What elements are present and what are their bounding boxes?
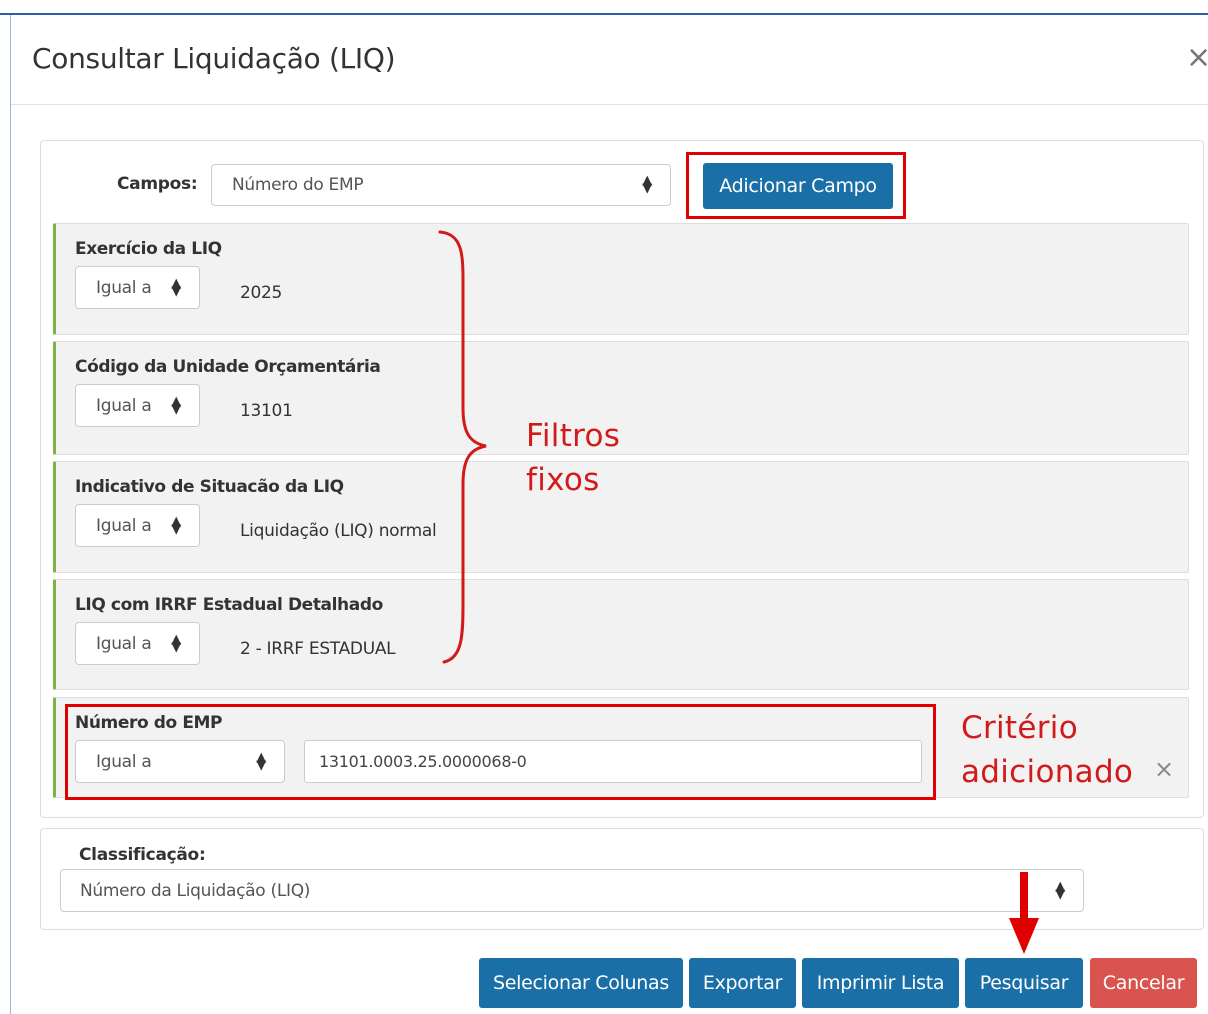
classification-label: Classificação: — [79, 845, 206, 865]
red-arrow-icon — [1009, 872, 1039, 954]
curly-brace-annotation — [438, 230, 487, 664]
classification-select[interactable]: Número da Liquidação (LIQ) ▲ ▼ — [60, 869, 1084, 912]
filter-row: Código da Unidade Orçamentária Igual a ▲… — [53, 341, 1189, 455]
campos-label: Campos: — [117, 174, 198, 194]
operator-select[interactable]: Igual a ▲ ▼ — [75, 622, 200, 665]
filter-label: LIQ com IRRF Estadual Detalhado — [75, 595, 383, 615]
operator-value: Igual a — [96, 515, 152, 536]
export-button[interactable]: Exportar — [689, 958, 796, 1008]
operator-value: Igual a — [96, 633, 152, 654]
operator-value: Igual a — [96, 277, 152, 298]
annotation-added-criterion: Critério adicionado — [961, 706, 1133, 794]
filter-row: LIQ com IRRF Estadual Detalhado Igual a … — [53, 579, 1189, 690]
filter-row: Indicativo de Situacão da LIQ Igual a ▲ ▼… — [53, 461, 1189, 573]
header-divider — [11, 104, 1208, 105]
annotation-line: Filtros — [526, 418, 621, 454]
operator-select[interactable]: Igual a ▲ ▼ — [75, 266, 200, 309]
sort-arrows-icon: ▲ ▼ — [171, 513, 181, 537]
campos-select-value: Número do EMP — [232, 175, 364, 195]
close-icon[interactable]: × — [1186, 40, 1208, 75]
cancel-button[interactable]: Cancelar — [1090, 958, 1197, 1008]
operator-select[interactable]: Igual a ▲ ▼ — [75, 384, 200, 427]
filter-row: Exercício da LIQ Igual a ▲ ▼ 2025 — [53, 223, 1189, 335]
select-columns-button[interactable]: Selecionar Colunas — [479, 958, 683, 1008]
annotation-fixed-filters: Filtros fixos — [526, 414, 620, 502]
sort-arrows-icon: ▲ ▼ — [642, 173, 652, 196]
annotation-line: fixos — [526, 462, 600, 498]
campos-select[interactable]: Número do EMP ▲ ▼ — [211, 164, 671, 206]
search-button[interactable]: Pesquisar — [965, 958, 1083, 1008]
sort-arrows-icon: ▲ ▼ — [1055, 878, 1065, 902]
filter-label: Código da Unidade Orçamentária — [75, 357, 381, 377]
classification-select-value: Número da Liquidação (LIQ) — [80, 880, 311, 901]
print-list-button[interactable]: Imprimir Lista — [802, 958, 959, 1008]
annotation-line: Critério — [961, 710, 1078, 746]
filter-label: Exercício da LIQ — [75, 239, 222, 259]
filter-value: 2 - IRRF ESTADUAL — [240, 639, 396, 659]
highlight-box-added-criterion — [65, 704, 936, 800]
sort-arrows-icon: ▲ ▼ — [171, 393, 181, 417]
filter-value: Liquidação (LIQ) normal — [240, 521, 437, 541]
remove-criterion-icon[interactable]: × — [1154, 755, 1174, 783]
sort-arrows-icon: ▲ ▼ — [171, 631, 181, 655]
operator-value: Igual a — [96, 395, 152, 416]
annotation-line: adicionado — [961, 754, 1134, 790]
dialog-title: Consultar Liquidação (LIQ) — [32, 42, 396, 75]
window-top-border — [0, 13, 1208, 15]
filter-label: Indicativo de Situacão da LIQ — [75, 477, 344, 497]
highlight-box-add-field — [686, 152, 906, 219]
filter-value: 13101 — [240, 401, 293, 421]
window-left-border — [10, 15, 11, 1014]
sort-arrows-icon: ▲ ▼ — [171, 275, 181, 299]
filter-value: 2025 — [240, 283, 283, 303]
operator-select[interactable]: Igual a ▲ ▼ — [75, 504, 200, 547]
